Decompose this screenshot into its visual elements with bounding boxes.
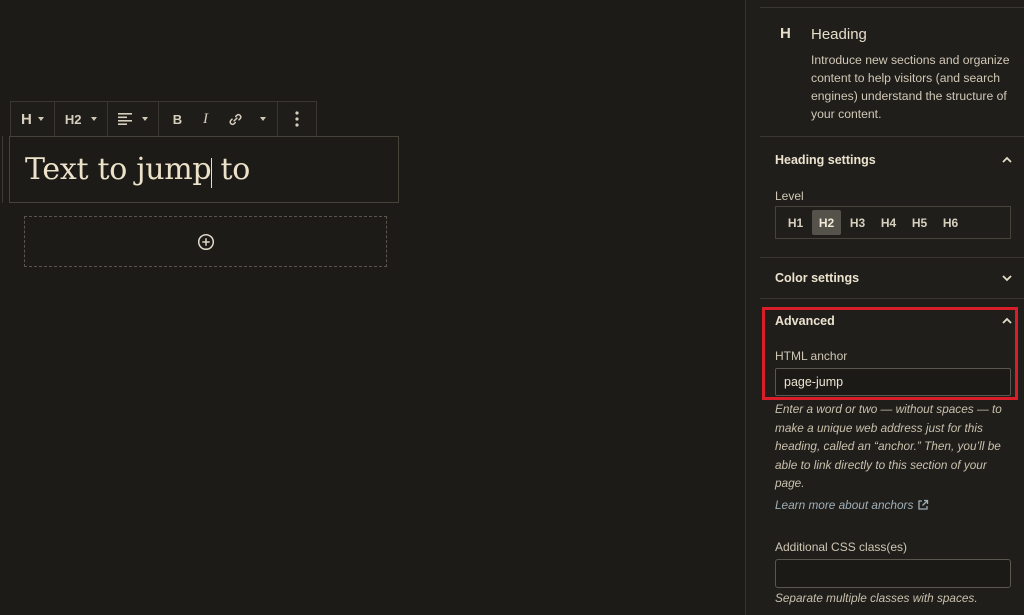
text-cursor <box>211 158 212 188</box>
css-class-input[interactable] <box>775 559 1011 588</box>
format-group: B I <box>159 102 279 136</box>
chevron-up-icon <box>1002 156 1012 163</box>
more-rich-text-button[interactable] <box>251 102 273 136</box>
heading-block-icon: H <box>21 110 32 128</box>
advanced-panel: Advanced HTML anchor Enter a word or two… <box>760 299 1024 615</box>
html-anchor-label: HTML anchor <box>775 349 848 363</box>
block-card-title: Heading <box>811 26 867 43</box>
heading-settings-toggle[interactable]: Heading settings <box>760 138 1024 182</box>
panel-title: Advanced <box>775 314 835 328</box>
italic-button[interactable]: I <box>191 102 219 136</box>
settings-sidebar: H Heading Introduce new sections and org… <box>745 0 1024 615</box>
level-h1-button[interactable]: H1 <box>781 210 810 235</box>
level-h6-button[interactable]: H6 <box>936 210 965 235</box>
level-group: H2 <box>55 102 109 136</box>
color-settings-panel: Color settings <box>760 258 1024 299</box>
chevron-down-icon <box>1002 275 1012 282</box>
heading-text[interactable]: Text to jump to <box>25 152 250 187</box>
level-h5-button[interactable]: H5 <box>905 210 934 235</box>
add-block-icon[interactable] <box>197 233 215 251</box>
heading-icon: H <box>780 25 791 42</box>
chevron-up-icon <box>1002 317 1012 324</box>
heading-level-label: H2 <box>64 111 82 127</box>
block-edge-marker <box>0 136 3 203</box>
panel-title: Color settings <box>775 271 860 285</box>
learn-more-label: Learn more about anchors <box>775 498 914 512</box>
chevron-down-icon <box>37 117 44 121</box>
more-vertical-icon <box>295 111 300 127</box>
align-group <box>108 102 160 136</box>
block-options-button[interactable] <box>282 102 312 136</box>
link-icon <box>229 113 242 125</box>
level-selector: H1 H2 H3 H4 H5 H6 <box>775 206 1011 239</box>
anchor-help-text: Enter a word or two — without spaces — t… <box>775 402 1002 490</box>
html-anchor-input[interactable] <box>775 368 1011 396</box>
level-h3-button[interactable]: H3 <box>843 210 872 235</box>
link-button[interactable] <box>219 102 251 136</box>
advanced-toggle[interactable]: Advanced <box>775 314 1012 328</box>
align-left-icon <box>118 113 133 125</box>
block-toolbar: H H2 B I <box>10 101 318 137</box>
bold-button[interactable]: B <box>163 102 191 136</box>
block-card-description: Introduce new sections and organize cont… <box>811 53 1010 121</box>
chevron-down-icon <box>142 117 149 121</box>
heading-text-wrapper[interactable]: Text to jump to <box>25 152 250 188</box>
editor-canvas: H H2 B I Text to jump to <box>0 0 745 615</box>
color-settings-toggle[interactable]: Color settings <box>760 258 1024 298</box>
block-appender[interactable] <box>24 216 387 267</box>
learn-more-link[interactable]: Learn more about anchors <box>775 498 929 512</box>
options-group <box>278 102 316 136</box>
block-type-button[interactable]: H <box>15 102 50 136</box>
block-type-group: H <box>11 102 55 136</box>
external-link-icon <box>918 499 929 510</box>
css-class-label: Additional CSS class(es) <box>775 540 908 554</box>
heading-block[interactable]: Text to jump to <box>9 136 399 203</box>
align-button[interactable] <box>112 102 154 136</box>
block-card: H Heading Introduce new sections and org… <box>760 8 1024 137</box>
level-h2-button[interactable]: H2 <box>812 210 841 235</box>
heading-level-button[interactable]: H2 <box>59 102 104 136</box>
level-label: Level <box>775 189 804 203</box>
level-h4-button[interactable]: H4 <box>874 210 903 235</box>
chevron-down-icon <box>260 117 267 121</box>
sidebar-top-divider <box>760 0 1024 8</box>
heading-settings-panel: Heading settings Level H1 H2 H3 H4 H5 H6 <box>760 138 1024 258</box>
panel-title: Heading settings <box>775 153 876 167</box>
css-class-help-text: Separate multiple classes with spaces. <box>775 591 978 605</box>
chevron-down-icon <box>91 117 98 121</box>
